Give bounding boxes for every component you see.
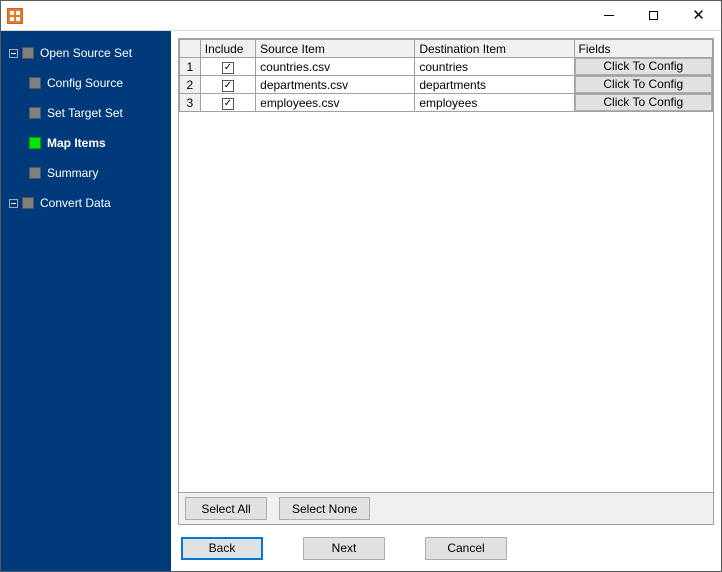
- row-number[interactable]: 2: [180, 76, 201, 94]
- items-grid: Include Source Item Destination Item Fie…: [178, 38, 714, 493]
- titlebar: ✕: [1, 1, 721, 31]
- include-cell[interactable]: ✓: [200, 94, 255, 112]
- tree-step-icon: [22, 197, 34, 209]
- select-none-button[interactable]: Select None: [279, 497, 370, 520]
- col-header-include[interactable]: Include: [200, 40, 255, 58]
- sidebar-item-label: Convert Data: [40, 196, 111, 210]
- fields-config-button[interactable]: Click To Config: [575, 58, 712, 75]
- include-checkbox[interactable]: ✓: [222, 80, 234, 92]
- minimize-button[interactable]: [586, 1, 631, 30]
- maximize-icon: [649, 11, 658, 20]
- sidebar-item[interactable]: Summary: [1, 161, 171, 185]
- table-row: 3 ✓ employees.csvemployeesClick To Config: [180, 94, 713, 112]
- include-cell[interactable]: ✓: [200, 76, 255, 94]
- sidebar-item[interactable]: Map Items: [1, 131, 171, 155]
- wizard-sidebar: Open Source Set Config Source Set Target S…: [1, 31, 171, 571]
- tree-step-icon: [29, 167, 41, 179]
- tree-collapse-icon[interactable]: [9, 49, 18, 58]
- fields-cell: Click To Config: [574, 94, 712, 112]
- col-header-dest[interactable]: Destination Item: [415, 40, 574, 58]
- col-header-source[interactable]: Source Item: [256, 40, 415, 58]
- destination-item-cell[interactable]: departments: [415, 76, 574, 94]
- table-row: 1 ✓ countries.csvcountriesClick To Config: [180, 58, 713, 76]
- sidebar-item[interactable]: Set Target Set: [1, 101, 171, 125]
- close-button[interactable]: ✕: [676, 1, 721, 30]
- main-panel: Include Source Item Destination Item Fie…: [171, 31, 721, 571]
- row-number[interactable]: 3: [180, 94, 201, 112]
- include-checkbox[interactable]: ✓: [222, 62, 234, 74]
- app-icon: [7, 8, 23, 24]
- select-all-button[interactable]: Select All: [185, 497, 267, 520]
- source-item-cell[interactable]: departments.csv: [256, 76, 415, 94]
- window: ✕ Open Source Set Config Source Set Target…: [0, 0, 722, 572]
- back-button[interactable]: Back: [181, 537, 263, 560]
- sidebar-item-label: Config Source: [47, 76, 123, 90]
- minimize-icon: [604, 15, 614, 16]
- destination-item-cell[interactable]: countries: [415, 58, 574, 76]
- fields-config-button[interactable]: Click To Config: [575, 76, 712, 93]
- fields-cell: Click To Config: [574, 76, 712, 94]
- sidebar-item[interactable]: Config Source: [1, 71, 171, 95]
- sidebar-item-label: Open Source Set: [40, 46, 132, 60]
- next-button[interactable]: Next: [303, 537, 385, 560]
- sidebar-item-label: Set Target Set: [47, 106, 123, 120]
- sidebar-item[interactable]: Open Source Set: [1, 41, 171, 65]
- grid-corner: [180, 40, 201, 58]
- fields-config-button[interactable]: Click To Config: [575, 94, 712, 111]
- tree-step-icon: [22, 47, 34, 59]
- close-icon: ✕: [692, 8, 705, 23]
- source-item-cell[interactable]: employees.csv: [256, 94, 415, 112]
- wizard-footer: Back Next Cancel: [171, 525, 721, 571]
- destination-item-cell[interactable]: employees: [415, 94, 574, 112]
- table-row: 2 ✓ departments.csvdepartmentsClick To Con…: [180, 76, 713, 94]
- tree-step-icon: [29, 137, 41, 149]
- maximize-button[interactable]: [631, 1, 676, 30]
- cancel-button[interactable]: Cancel: [425, 537, 507, 560]
- include-checkbox[interactable]: ✓: [222, 98, 234, 110]
- sidebar-item-label: Map Items: [47, 136, 106, 150]
- tree-collapse-icon[interactable]: [9, 199, 18, 208]
- col-header-fields[interactable]: Fields: [574, 40, 712, 58]
- sidebar-item[interactable]: Convert Data: [1, 191, 171, 215]
- include-cell[interactable]: ✓: [200, 58, 255, 76]
- source-item-cell[interactable]: countries.csv: [256, 58, 415, 76]
- sidebar-item-label: Summary: [47, 166, 98, 180]
- fields-cell: Click To Config: [574, 58, 712, 76]
- tree-step-icon: [29, 107, 41, 119]
- selection-toolbar: Select All Select None: [178, 493, 714, 525]
- tree-step-icon: [29, 77, 41, 89]
- row-number[interactable]: 1: [180, 58, 201, 76]
